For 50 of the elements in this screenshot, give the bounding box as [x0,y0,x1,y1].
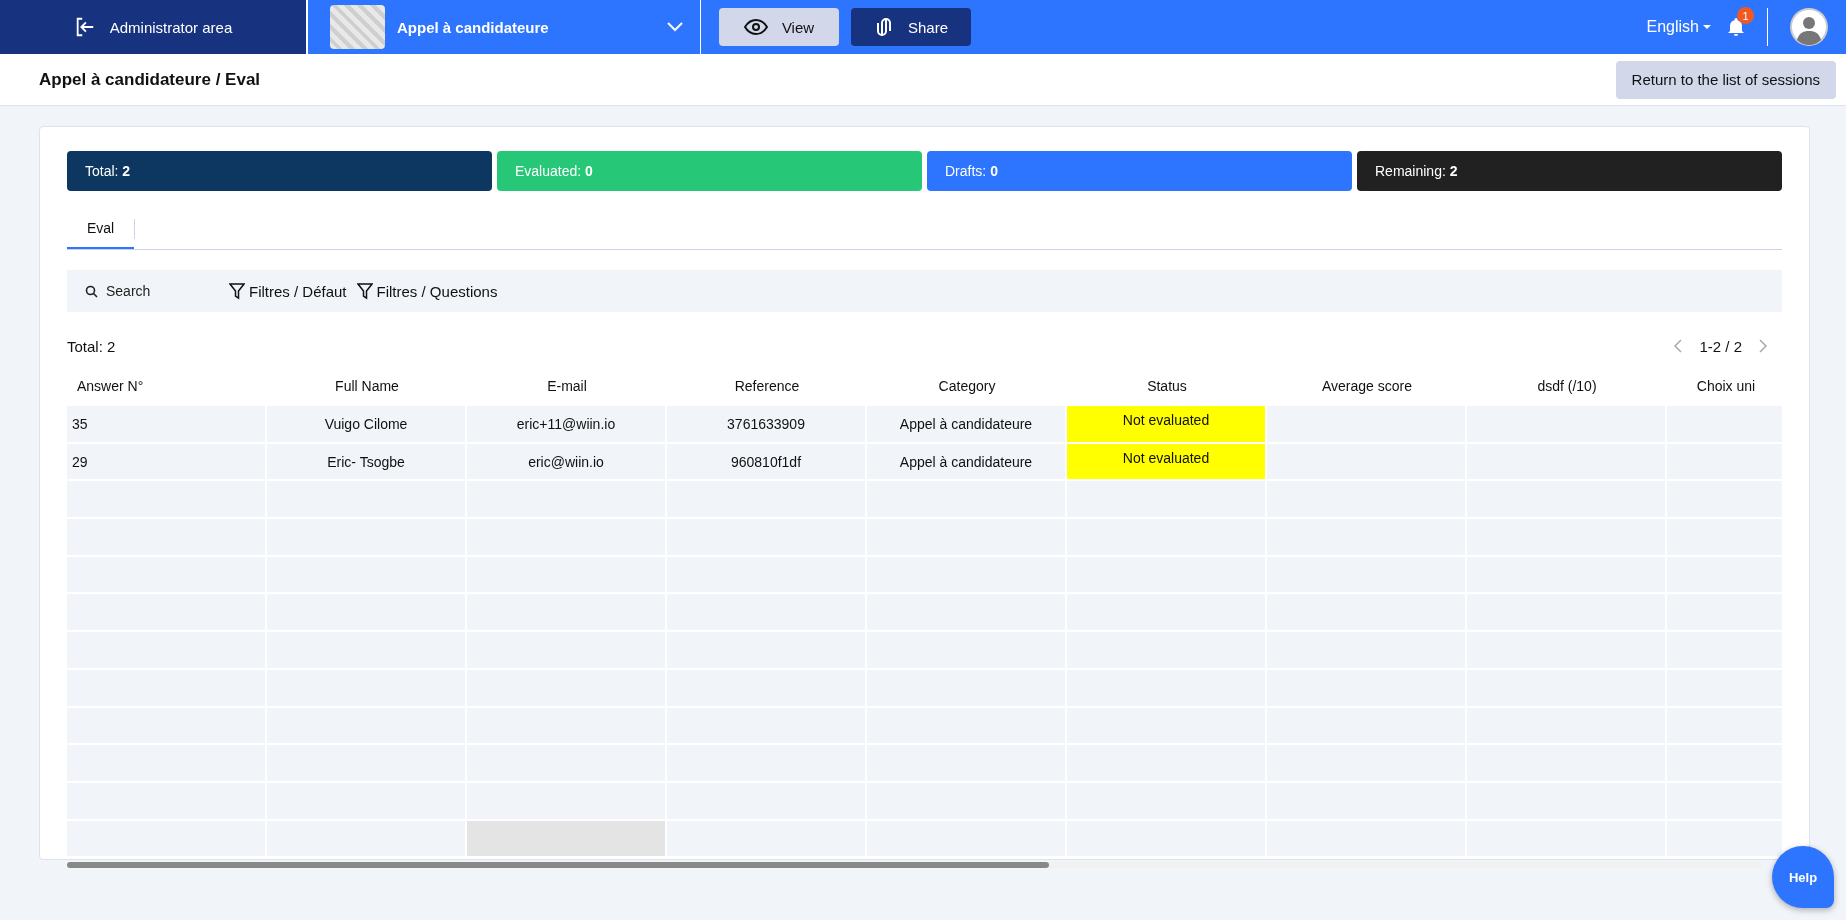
total-count: Total: 2 [67,337,116,355]
table-cell: 29 [67,443,265,480]
link-icon [874,16,894,38]
column-header: Full Name [334,377,400,396]
language-selector[interactable]: English [1646,18,1711,36]
column-header: Reference [733,377,801,396]
horizontal-scrollbar[interactable] [67,862,1762,869]
stat-banner: Drafts: 0 [927,151,1352,191]
previous-page-icon[interactable] [1673,339,1684,353]
table-cell: Eric- Tsogbe [267,443,465,480]
filter-button[interactable]: Filtres / Questions [352,282,502,300]
table-cell: Vuigo Cilome [267,406,465,442]
column-header: Category [937,377,997,396]
column-header: Status [1146,377,1188,396]
notification-bell-icon[interactable] [1727,17,1745,37]
user-avatar[interactable] [1790,8,1828,46]
table-cell: Appel à candidateure [867,406,1065,442]
funnel-icon [356,282,373,300]
notification-count-badge: 1 [1737,7,1754,24]
table-cell: 35 [67,406,265,442]
table-cell: Appel à candidateure [867,443,1065,480]
status-cell: Not evaluated [1067,406,1265,442]
column-header: Average score [1321,377,1413,396]
table-cell: 3761633909 [667,406,865,442]
funnel-icon [229,282,245,300]
search-icon [85,284,98,298]
chevron-down-icon [666,21,684,33]
caret-icon [1703,25,1711,29]
status-cell: Not evaluated [1067,443,1265,480]
stat-banner: Total: 2 [67,151,492,191]
thumbnail-placeholder [330,5,385,49]
stat-banner: Remaining: 2 [1357,151,1782,191]
share-button[interactable]: Share [851,8,971,46]
column-header: dsdf (/10) [1536,377,1598,396]
return-button[interactable]: Return to the list of sessions [1615,60,1836,99]
eye-icon [743,19,768,35]
page-title: Appel à candidateure / Eval [39,69,261,90]
stat-banner: Evaluated: 0 [497,151,922,191]
page-range: 1-2 / 2 [1699,337,1742,355]
search-field[interactable]: Search [104,282,208,300]
column-header: Answer N° [76,377,145,396]
next-page-icon[interactable] [1758,339,1768,353]
view-button[interactable]: View [719,8,839,46]
table-cell: eric+11@wiin.io [467,406,665,442]
help-button[interactable]: Help [1772,846,1834,908]
table-cell: 960810f1df [667,443,865,480]
filter-button[interactable]: Filtres / Défaut [225,282,351,300]
column-header: Choix uni [1695,377,1757,396]
table-cell: eric@wiin.io [467,443,665,480]
column-header: E-mail [546,377,588,396]
